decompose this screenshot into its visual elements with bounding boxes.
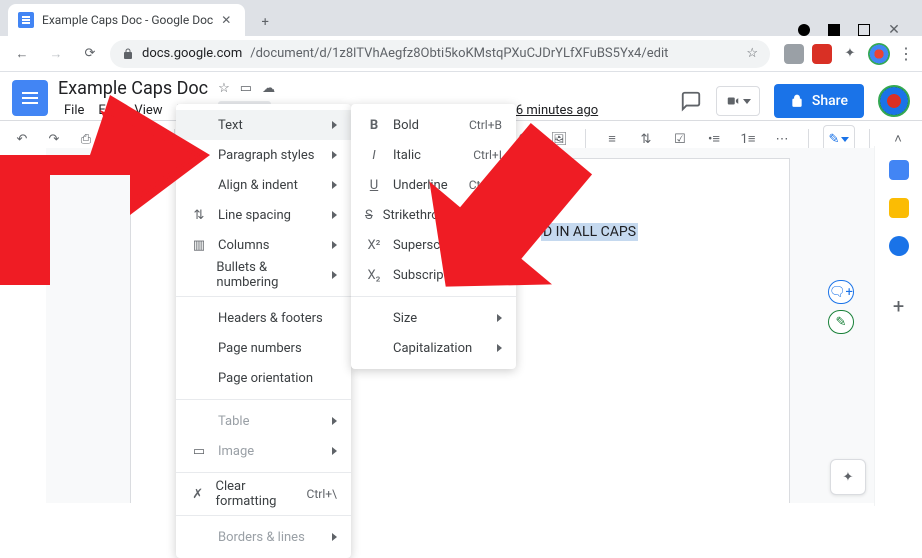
url-path: /document/d/1z8lTVhAegfz8Obti5koKMstqPXu… xyxy=(250,46,668,61)
cloud-icon[interactable]: ☁ xyxy=(262,81,275,96)
explore-button[interactable]: ✦ xyxy=(830,459,866,495)
tasks-icon[interactable] xyxy=(889,236,909,256)
back-button[interactable]: ← xyxy=(8,40,36,68)
tab-strip: Example Caps Doc - Google Doc ✕ + ✕ xyxy=(0,0,922,36)
submenu-capitalization[interactable]: Capitalization xyxy=(351,333,516,363)
present-button[interactable] xyxy=(716,86,760,116)
submenu-superscript[interactable]: X²Superscript xyxy=(351,230,516,260)
menu-item-page-orientation[interactable]: Page orientation xyxy=(176,363,351,393)
move-icon[interactable]: ▭ xyxy=(240,81,252,96)
window-controls: ✕ xyxy=(798,24,914,36)
submenu-size[interactable]: Size xyxy=(351,303,516,333)
star-icon[interactable]: ☆ xyxy=(218,81,230,96)
menu-item-text[interactable]: Text xyxy=(176,110,351,140)
menu-item-headers-footers[interactable]: Headers & footers xyxy=(176,303,351,333)
doc-title[interactable]: Example Caps Doc xyxy=(58,78,208,99)
columns-icon: ▥ xyxy=(190,238,208,253)
line-spacing-icon: ⇅ xyxy=(190,208,208,223)
calendar-icon[interactable] xyxy=(889,160,909,180)
menu-item-align-indent[interactable]: Align & indent xyxy=(176,170,351,200)
undo-button[interactable]: ↶ xyxy=(10,127,34,151)
menu-item-bullets-numbering[interactable]: Bullets & numbering xyxy=(176,260,351,290)
menu-item-line-spacing[interactable]: ⇅Line spacing xyxy=(176,200,351,230)
docs-favicon xyxy=(18,12,34,28)
lock-icon xyxy=(122,48,134,60)
menu-item-paragraph-styles[interactable]: Paragraph styles xyxy=(176,140,351,170)
format-menu: Text Paragraph styles Align & indent ⇅Li… xyxy=(176,104,351,558)
menu-item-page-numbers[interactable]: Page numbers xyxy=(176,333,351,363)
browser-tab[interactable]: Example Caps Doc - Google Doc ✕ xyxy=(8,4,245,36)
menu-item-borders-lines: Borders & lines xyxy=(176,522,351,552)
submenu-bold[interactable]: BBoldCtrl+B xyxy=(351,110,516,140)
menu-item-clear-formatting[interactable]: ✗Clear formattingCtrl+\ xyxy=(176,479,351,509)
extensions-row: ✦ ⋮ xyxy=(776,43,914,65)
add-comment-pill[interactable]: 🗨+ xyxy=(828,280,854,304)
omnibox[interactable]: docs.google.com/document/d/1z8lTVhAegfz8… xyxy=(110,40,770,68)
tab-title: Example Caps Doc - Google Doc xyxy=(42,13,213,27)
extensions-button[interactable]: ✦ xyxy=(840,44,860,64)
image-icon: ▭ xyxy=(190,444,208,459)
comment-suggest-pills: 🗨+ ✎ xyxy=(828,280,854,334)
extension-icon[interactable] xyxy=(784,44,804,64)
share-button[interactable]: Share xyxy=(774,84,864,118)
docs-logo[interactable] xyxy=(12,80,48,116)
minimize-button[interactable] xyxy=(828,24,840,36)
clear-format-icon: ✗ xyxy=(190,487,205,502)
menu-view[interactable]: View xyxy=(128,101,168,120)
suggest-edit-pill[interactable]: ✎ xyxy=(828,310,854,334)
menu-item-image: ▭Image xyxy=(176,436,351,466)
menu-file[interactable]: File xyxy=(58,101,90,120)
reload-button[interactable]: ⟳ xyxy=(76,40,104,68)
submenu-italic[interactable]: IItalicCtrl+I xyxy=(351,140,516,170)
account-avatar[interactable] xyxy=(878,85,910,117)
add-on-plus-icon[interactable]: + xyxy=(893,294,904,318)
incognito-icon xyxy=(798,24,810,36)
submenu-strikethrough[interactable]: SStrikethroughAlt+Shift+5 xyxy=(351,200,516,230)
extension-icon[interactable] xyxy=(812,44,832,64)
address-bar: ← → ⟳ docs.google.com/document/d/1z8lTVh… xyxy=(0,36,922,72)
menu-item-columns[interactable]: ▥Columns xyxy=(176,230,351,260)
outline-button[interactable] xyxy=(12,180,40,208)
menu-item-table: Table xyxy=(176,406,351,436)
submenu-underline[interactable]: UUnderlineCtrl+U xyxy=(351,170,516,200)
header-right: Share xyxy=(680,84,910,118)
profile-avatar[interactable] xyxy=(868,43,890,65)
chevron-down-icon xyxy=(743,99,751,104)
chrome-menu-button[interactable]: ⋮ xyxy=(898,44,914,63)
text-submenu: BBoldCtrl+B IItalicCtrl+I UUnderlineCtrl… xyxy=(351,104,516,369)
share-label: Share xyxy=(812,93,848,109)
maximize-button[interactable] xyxy=(858,24,870,36)
comments-icon[interactable] xyxy=(680,90,702,112)
keep-icon[interactable] xyxy=(889,198,909,218)
bookmark-icon[interactable]: ☆ xyxy=(746,46,758,61)
url-host: docs.google.com xyxy=(142,46,242,61)
close-window-button[interactable]: ✕ xyxy=(888,24,900,36)
browser-chrome: Example Caps Doc - Google Doc ✕ + ✕ ← → … xyxy=(0,0,922,72)
close-icon[interactable]: ✕ xyxy=(221,13,235,27)
forward-button[interactable]: → xyxy=(42,40,70,68)
submenu-subscript[interactable]: X₂Subscript xyxy=(351,260,516,290)
new-tab-button[interactable]: + xyxy=(251,8,279,36)
side-panel: + xyxy=(874,146,922,506)
selected-text[interactable]: D IN ALL CAPS xyxy=(541,223,638,241)
menu-edit[interactable]: Edit xyxy=(92,101,126,120)
